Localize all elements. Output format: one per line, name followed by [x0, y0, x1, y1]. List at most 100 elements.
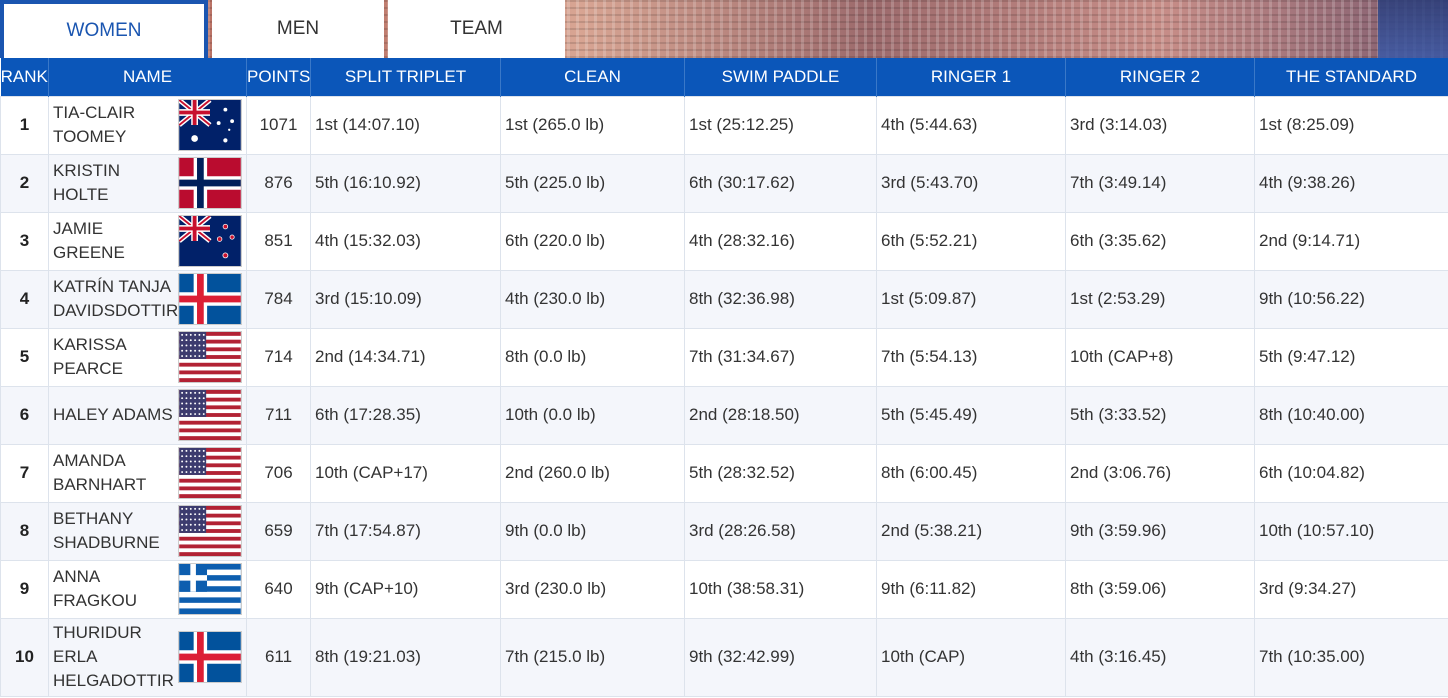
col-header-rank[interactable]: RANK	[0, 58, 49, 96]
swim-paddle-result: 4th (28:32.16)	[684, 211, 877, 271]
athlete-name[interactable]: KATRÍN TANJA DAVIDSDOTTIR	[53, 275, 178, 323]
points-cell: 706	[246, 443, 311, 503]
athlete-cell[interactable]: KRISTIN HOLTE	[48, 153, 247, 213]
athlete-cell[interactable]: THURIDUR ERLA HELGADOTTIR	[48, 617, 247, 697]
athlete-name[interactable]: THURIDUR ERLA HELGADOTTIR	[53, 621, 178, 693]
usa-flag-icon	[178, 389, 242, 441]
athlete-name[interactable]: TIA-CLAIR TOOMEY	[53, 101, 178, 149]
ringer-1-result: 2nd (5:38.21)	[876, 501, 1066, 561]
athlete-name[interactable]: ANNA FRAGKOU	[53, 565, 178, 613]
athlete-name[interactable]: BETHANY SHADBURNE	[53, 507, 178, 555]
col-header-name[interactable]: NAME	[48, 58, 247, 96]
col-header-points[interactable]: POINTS	[246, 58, 311, 96]
usa-flag-icon	[178, 505, 242, 557]
athlete-name[interactable]: HALEY ADAMS	[53, 403, 173, 427]
ringer-1-result: 1st (5:09.87)	[876, 269, 1066, 329]
swim-paddle-result: 7th (31:34.67)	[684, 327, 877, 387]
split-triplet-result: 4th (15:32.03)	[310, 211, 501, 271]
points-cell: 1071	[246, 95, 311, 155]
clean-result: 1st (265.0 lb)	[500, 95, 685, 155]
header-row: RANK NAME POINTS SPLIT TRIPLET CLEAN SWI…	[0, 58, 1448, 96]
rank-cell: 4	[0, 269, 49, 329]
swim-paddle-result: 8th (32:36.98)	[684, 269, 877, 329]
athlete-cell[interactable]: ANNA FRAGKOU	[48, 559, 247, 619]
swim-paddle-result: 2nd (28:18.50)	[684, 385, 877, 445]
clean-result: 2nd (260.0 lb)	[500, 443, 685, 503]
ringer-1-result: 10th (CAP)	[876, 617, 1066, 697]
ringer-2-result: 7th (3:49.14)	[1065, 153, 1255, 213]
ringer-2-result: 1st (2:53.29)	[1065, 269, 1255, 329]
split-triplet-result: 7th (17:54.87)	[310, 501, 501, 561]
points-cell: 784	[246, 269, 311, 329]
division-tabs: WOMEN MEN TEAM	[0, 0, 565, 58]
tab-women[interactable]: WOMEN	[0, 0, 208, 58]
athlete-cell[interactable]: AMANDA BARNHART	[48, 443, 247, 503]
table-row[interactable]: 5 KARISSA PEARCE 714 2nd (14:34.71) 8th (0.0…	[0, 327, 1448, 387]
col-header-the-standard[interactable]: THE STANDARD	[1254, 58, 1448, 96]
table-row[interactable]: 10 THURIDUR ERLA HELGADOTTIR 611 8th (19:21…	[0, 617, 1448, 697]
ringer-2-result: 9th (3:59.96)	[1065, 501, 1255, 561]
usa-flag-icon	[178, 447, 242, 499]
swim-paddle-result: 3rd (28:26.58)	[684, 501, 877, 561]
athlete-cell[interactable]: BETHANY SHADBURNE	[48, 501, 247, 561]
swim-paddle-result: 9th (32:42.99)	[684, 617, 877, 697]
clean-result: 10th (0.0 lb)	[500, 385, 685, 445]
col-header-split-triplet[interactable]: SPLIT TRIPLET	[310, 58, 501, 96]
athlete-name[interactable]: JAMIE GREENE	[53, 217, 178, 265]
athlete-cell[interactable]: TIA-CLAIR TOOMEY	[48, 95, 247, 155]
australia-flag-icon	[178, 99, 242, 151]
split-triplet-result: 10th (CAP+17)	[310, 443, 501, 503]
clean-result: 8th (0.0 lb)	[500, 327, 685, 387]
swim-paddle-result: 1st (25:12.25)	[684, 95, 877, 155]
iceland-flag-icon	[178, 273, 243, 325]
col-header-ringer-2[interactable]: RINGER 2	[1065, 58, 1255, 96]
swim-paddle-result: 10th (38:58.31)	[684, 559, 877, 619]
tab-team[interactable]: TEAM	[388, 0, 565, 58]
table-row[interactable]: 7 AMANDA BARNHART 706 10th (CAP+17) 2nd (260…	[0, 443, 1448, 503]
points-cell: 711	[246, 385, 311, 445]
col-header-swim-paddle[interactable]: SWIM PADDLE	[684, 58, 877, 96]
split-triplet-result: 5th (16:10.92)	[310, 153, 501, 213]
rank-cell: 3	[0, 211, 49, 271]
rank-cell: 6	[0, 385, 49, 445]
ringer-1-result: 9th (6:11.82)	[876, 559, 1066, 619]
clean-result: 3rd (230.0 lb)	[500, 559, 685, 619]
athlete-cell[interactable]: KATRÍN TANJA DAVIDSDOTTIR	[48, 269, 247, 329]
table-row[interactable]: 8 BETHANY SHADBURNE 659 7th (17:54.87) 9th (…	[0, 501, 1448, 561]
athlete-name[interactable]: KRISTIN HOLTE	[53, 159, 178, 207]
the-standard-result: 5th (9:47.12)	[1254, 327, 1448, 387]
athlete-cell[interactable]: KARISSA PEARCE	[48, 327, 247, 387]
table-row[interactable]: 9 ANNA FRAGKOU 640 9th (CAP+10) 3rd (230.0 l…	[0, 559, 1448, 619]
the-standard-result: 6th (10:04.82)	[1254, 443, 1448, 503]
athlete-cell[interactable]: HALEY ADAMS	[48, 385, 247, 445]
the-standard-result: 10th (10:57.10)	[1254, 501, 1448, 561]
norway-flag-icon	[178, 157, 242, 209]
greece-flag-icon	[178, 563, 242, 615]
tab-men[interactable]: MEN	[212, 0, 384, 58]
split-triplet-result: 3rd (15:10.09)	[310, 269, 501, 329]
ringer-2-result: 10th (CAP+8)	[1065, 327, 1255, 387]
split-triplet-result: 2nd (14:34.71)	[310, 327, 501, 387]
table-row[interactable]: 1 TIA-CLAIR TOOMEY 1071 1st (14:07.10) 1st (…	[0, 95, 1448, 155]
athlete-name[interactable]: AMANDA BARNHART	[53, 449, 178, 497]
split-triplet-result: 8th (19:21.03)	[310, 617, 501, 697]
table-row[interactable]: 2 KRISTIN HOLTE 876 5th (16:10.92) 5th (225.…	[0, 153, 1448, 213]
ringer-1-result: 6th (5:52.21)	[876, 211, 1066, 271]
iceland-flag-icon	[178, 631, 242, 683]
ringer-2-result: 3rd (3:14.03)	[1065, 95, 1255, 155]
rank-cell: 8	[0, 501, 49, 561]
col-header-clean[interactable]: CLEAN	[500, 58, 685, 96]
ringer-1-result: 3rd (5:43.70)	[876, 153, 1066, 213]
athlete-cell[interactable]: JAMIE GREENE	[48, 211, 247, 271]
table-row[interactable]: 4 KATRÍN TANJA DAVIDSDOTTIR 784 3rd (15:10.…	[0, 269, 1448, 329]
the-standard-result: 1st (8:25.09)	[1254, 95, 1448, 155]
points-cell: 640	[246, 559, 311, 619]
split-triplet-result: 9th (CAP+10)	[310, 559, 501, 619]
ringer-1-result: 7th (5:54.13)	[876, 327, 1066, 387]
table-row[interactable]: 3 JAMIE GREENE 851 4th (15:32.03) 6th (220.0…	[0, 211, 1448, 271]
swim-paddle-result: 5th (28:32.52)	[684, 443, 877, 503]
leaderboard-table: RANK NAME POINTS SPLIT TRIPLET CLEAN SWI…	[0, 58, 1448, 697]
col-header-ringer-1[interactable]: RINGER 1	[876, 58, 1066, 96]
athlete-name[interactable]: KARISSA PEARCE	[53, 333, 178, 381]
table-row[interactable]: 6 HALEY ADAMS 711 6th (17:28.35) 10th (0.0 l…	[0, 385, 1448, 445]
